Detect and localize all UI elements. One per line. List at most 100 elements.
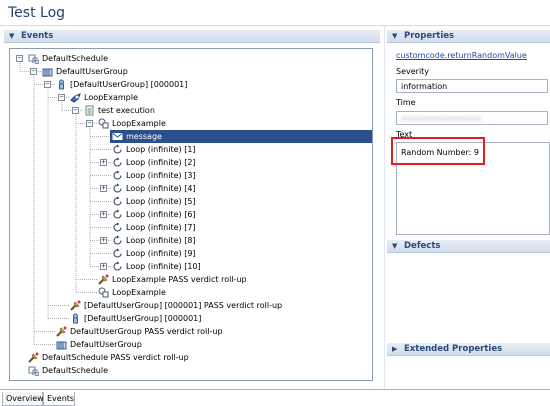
tree-row[interactable]: Loop (infinite) [9] — [10, 247, 372, 260]
tab-overview[interactable]: Overview — [2, 392, 44, 406]
tree-row[interactable]: + Loop (infinite) [6] — [10, 208, 372, 221]
loop-icon — [112, 157, 123, 168]
extended-properties-section-title: Extended Properties — [404, 344, 503, 354]
loop-icon — [112, 196, 123, 207]
tree-row[interactable]: message — [110, 130, 372, 143]
tree-row[interactable]: [DefaultUserGroup] [000001] — [10, 312, 372, 325]
tree-row[interactable]: − LoopExample — [10, 117, 372, 130]
tree-row-label: test execution — [98, 106, 155, 115]
tree-row[interactable]: + Loop (infinite) [4] — [10, 182, 372, 195]
tree-row-label: message — [126, 132, 162, 141]
tree-row-label: Loop (infinite) [3] — [126, 171, 196, 180]
tree-row[interactable]: [DefaultUserGroup] [000001] PASS verdict… — [10, 299, 372, 312]
tree-row[interactable]: + Loop (infinite) [2] — [10, 156, 372, 169]
extended-properties-section-header[interactable]: ▶ Extended Properties — [387, 343, 550, 356]
collapse-icon[interactable]: − — [86, 120, 93, 127]
tree-row-label: LoopExample — [112, 119, 166, 128]
tree-row[interactable]: Loop (infinite) [5] — [10, 195, 372, 208]
severity-label: Severity — [396, 67, 430, 76]
collapse-icon[interactable]: − — [16, 55, 23, 62]
tree-row-label: DefaultSchedule — [42, 54, 108, 63]
schedule-icon — [28, 53, 40, 65]
tree-row-label: Loop (infinite) [1] — [126, 145, 196, 154]
document-icon — [84, 105, 95, 116]
expand-icon[interactable]: + — [100, 263, 107, 270]
pane-divider[interactable] — [384, 26, 385, 389]
tree-row[interactable]: DefaultUserGroup PASS verdict roll-up — [10, 325, 372, 338]
loop-icon — [112, 235, 123, 246]
tree-row[interactable]: DefaultUserGroup — [10, 338, 372, 351]
expand-icon[interactable]: + — [100, 237, 107, 244]
collapse-triangle-icon[interactable]: ▼ — [9, 32, 14, 40]
verdict-icon — [56, 326, 67, 337]
loop-start-icon — [98, 118, 109, 129]
tree-row[interactable]: − LoopExample — [10, 91, 372, 104]
tree-row-label: DefaultUserGroup PASS verdict roll-up — [70, 327, 223, 336]
properties-section-header[interactable]: ▼ Properties — [387, 30, 550, 43]
tree-row-label: Loop (infinite) [6] — [126, 210, 196, 219]
tree-row-label: Loop (infinite) [9] — [126, 249, 196, 258]
severity-field[interactable]: information — [396, 79, 548, 93]
collapse-icon[interactable]: − — [58, 94, 65, 101]
events-tree[interactable]: − DefaultSchedule − DefaultUserGroup − [Defau… — [9, 48, 373, 381]
tab-events-label: Events — [47, 394, 75, 403]
expand-icon[interactable]: + — [100, 159, 107, 166]
tree-row[interactable]: + Loop (infinite) [10] — [10, 260, 372, 273]
editor-tab-bar: Overview Events — [0, 389, 550, 406]
tree-row-label: Loop (infinite) [10] — [126, 262, 201, 271]
editor-title-bar: Test Log — [0, 0, 550, 26]
tab-overview-label: Overview — [6, 394, 44, 403]
verdict-icon — [28, 352, 39, 363]
collapse-triangle-icon[interactable]: ▼ — [392, 242, 397, 250]
tree-row-label: LoopExample PASS verdict roll-up — [112, 275, 247, 284]
tree-row[interactable]: − DefaultSchedule — [10, 52, 372, 65]
loop-icon — [112, 261, 123, 272]
events-section-title: Events — [21, 31, 54, 41]
tree-row[interactable]: DefaultSchedule PASS verdict roll-up — [10, 351, 372, 364]
tree-row[interactable]: LoopExample PASS verdict roll-up — [10, 273, 372, 286]
highlight-annotation-box — [391, 137, 485, 165]
severity-value: information — [401, 82, 448, 91]
tree-row-label: Loop (infinite) [2] — [126, 158, 196, 167]
tree-row[interactable]: DefaultSchedule — [10, 364, 372, 377]
expand-icon[interactable]: + — [100, 185, 107, 192]
tree-row[interactable]: Loop (infinite) [3] — [10, 169, 372, 182]
loop-end-icon — [98, 287, 109, 298]
tree-row-label: [DefaultUserGroup] [000001] PASS verdict… — [84, 301, 283, 310]
user-icon — [70, 313, 81, 324]
tree-row-label: [DefaultUserGroup] [000001] — [84, 314, 202, 323]
collapse-icon[interactable]: − — [30, 68, 37, 75]
loop-icon — [112, 248, 123, 259]
tree-row[interactable]: − [DefaultUserGroup] [000001] — [10, 78, 372, 91]
tree-row-label: DefaultSchedule — [42, 366, 108, 375]
expand-icon[interactable]: + — [100, 211, 107, 218]
events-section-header[interactable]: ▼ Events — [4, 30, 380, 43]
user-icon — [56, 79, 67, 90]
tree-row-label: [DefaultUserGroup] [000001] — [70, 80, 188, 89]
tree-row[interactable]: Loop (infinite) [7] — [10, 221, 372, 234]
tree-row[interactable]: + Loop (infinite) [8] — [10, 234, 372, 247]
tree-row-label: LoopExample — [112, 288, 166, 297]
collapse-icon[interactable]: − — [72, 107, 79, 114]
tree-row[interactable]: LoopExample — [10, 286, 372, 299]
user-group-icon — [42, 66, 53, 77]
verdict-icon — [98, 274, 109, 285]
schedule-icon — [28, 365, 40, 377]
tree-row-label: DefaultUserGroup — [70, 340, 142, 349]
verdict-icon — [70, 300, 81, 311]
tree-row-label: LoopExample — [84, 93, 138, 102]
tree-row[interactable]: − test execution — [10, 104, 372, 117]
event-source-link[interactable]: customcode.returnRandomValue — [396, 51, 527, 60]
tree-row[interactable]: Loop (infinite) [1] — [10, 143, 372, 156]
defects-section-header[interactable]: ▼ Defects — [387, 240, 550, 253]
defects-section-title: Defects — [404, 241, 441, 251]
loop-icon — [112, 222, 123, 233]
loop-icon — [112, 183, 123, 194]
tree-row[interactable]: − DefaultUserGroup — [10, 65, 372, 78]
collapse-icon[interactable]: − — [44, 81, 51, 88]
expand-triangle-icon[interactable]: ▶ — [392, 345, 397, 353]
editor-title: Test Log — [8, 5, 66, 21]
tab-events[interactable]: Events — [43, 392, 75, 406]
collapse-triangle-icon[interactable]: ▼ — [392, 32, 397, 40]
time-field[interactable]: xxxxxxxxxxxxxxxxx — [396, 111, 548, 125]
